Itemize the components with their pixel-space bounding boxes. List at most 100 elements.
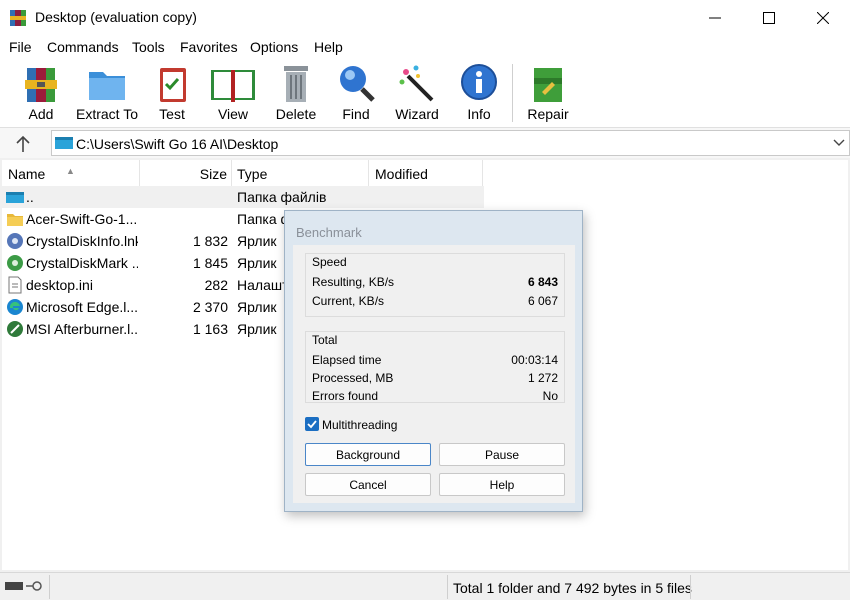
delete-button[interactable]: Delete: [274, 62, 318, 126]
file-name: desktop.ini: [26, 277, 93, 293]
errors-value: No: [542, 389, 558, 403]
table-row[interactable]: .. Папка файлів: [2, 186, 484, 208]
multithreading-label: Multithreading: [322, 418, 398, 432]
status-divider: [690, 575, 691, 599]
file-name: ..: [26, 189, 34, 205]
extract-folder-icon: [89, 72, 125, 100]
repair-button[interactable]: Repair: [526, 62, 570, 126]
toolbar-separator: [512, 64, 513, 122]
file-name: Acer-Swift-Go-1...: [26, 211, 138, 227]
dialog-body: Speed Resulting, KB/s 6 843 Current, KB/…: [293, 245, 575, 503]
menu-options[interactable]: Options: [250, 39, 298, 55]
dialog-title: Benchmark: [296, 225, 362, 240]
ini-file-icon: [8, 276, 22, 294]
menu-commands[interactable]: Commands: [47, 39, 119, 55]
view-label: View: [217, 106, 249, 122]
wizard-button[interactable]: Wizard: [394, 62, 440, 126]
file-name: MSI Afterburner.l...: [26, 321, 138, 337]
column-modified[interactable]: Modified: [369, 160, 483, 186]
crystaldiskmark-icon: [7, 255, 23, 271]
info-button[interactable]: Info: [458, 62, 500, 126]
add-label: Add: [28, 106, 54, 122]
column-type[interactable]: Type: [232, 160, 369, 186]
checkbox-checked[interactable]: [305, 417, 319, 431]
resulting-speed-row: Resulting, KB/s 6 843: [312, 275, 558, 291]
file-name: CrystalDiskMark ...: [26, 255, 138, 271]
key-icon: [26, 581, 42, 591]
close-icon: [817, 12, 829, 24]
resulting-speed-value: 6 843: [527, 275, 558, 289]
total-group-label: Total: [312, 333, 338, 347]
processed-label: Processed, MB: [312, 371, 394, 385]
maximize-button[interactable]: [742, 0, 796, 36]
file-size: 282: [204, 277, 228, 293]
current-speed-value: 6 067: [527, 294, 558, 308]
cancel-button[interactable]: Cancel: [305, 473, 431, 496]
drive-icon: [6, 192, 24, 203]
menu-help[interactable]: Help: [314, 39, 343, 55]
chevron-down-icon[interactable]: [833, 137, 845, 147]
column-size[interactable]: Size: [140, 160, 232, 186]
drive-icon: [55, 137, 73, 149]
file-size: 1 845: [192, 255, 228, 271]
speed-group-label: Speed: [312, 255, 347, 269]
info-label: Info: [467, 106, 491, 122]
minimize-icon: [709, 17, 721, 19]
add-button[interactable]: Add: [18, 62, 64, 126]
up-arrow-icon[interactable]: [12, 133, 34, 155]
errors-label: Errors found: [312, 389, 379, 403]
minimize-button[interactable]: [688, 0, 742, 36]
edge-icon: [7, 299, 23, 315]
status-bar: Total 1 folder and 7 492 bytes in 5 file…: [0, 572, 850, 600]
menu-bar: File Commands Tools Favorites Options He…: [0, 36, 850, 58]
address-path-field[interactable]: C:\Users\Swift Go 16 AI\Desktop: [51, 130, 850, 156]
file-size: 1 832: [192, 233, 228, 249]
find-label: Find: [342, 106, 370, 122]
elapsed-time-label: Elapsed time: [312, 353, 382, 367]
magnifier-icon: [340, 66, 375, 102]
crystaldiskinfo-icon: [7, 233, 23, 249]
window-title: Desktop (evaluation copy): [35, 9, 197, 25]
magic-wand-icon: [399, 65, 434, 102]
speed-group: Speed Resulting, KB/s 6 843 Current, KB/…: [305, 253, 565, 317]
add-archive-icon: [25, 68, 57, 102]
address-path: C:\Users\Swift Go 16 AI\Desktop: [76, 136, 279, 152]
afterburner-icon: [7, 321, 23, 337]
view-book-icon: [211, 70, 255, 102]
status-divider: [447, 575, 448, 599]
column-type-label: Type: [237, 166, 268, 182]
close-button[interactable]: [796, 0, 850, 36]
file-name: CrystalDiskInfo.lnk: [26, 233, 138, 249]
resulting-speed-label: Resulting, KB/s: [312, 275, 395, 289]
test-button[interactable]: Test: [152, 62, 192, 126]
processed-row: Processed, MB 1 272: [312, 371, 558, 387]
processed-value: 1 272: [527, 371, 558, 385]
current-speed-label: Current, KB/s: [312, 294, 385, 308]
pause-button[interactable]: Pause: [439, 443, 565, 466]
file-name: Microsoft Edge.l...: [26, 299, 138, 315]
sort-ascending-icon: ▲: [66, 166, 75, 176]
extract-to-label: Extract To: [76, 106, 138, 122]
menu-tools[interactable]: Tools: [132, 39, 165, 55]
column-size-label: Size: [199, 166, 227, 182]
delete-label: Delete: [275, 106, 317, 122]
status-summary: Total 1 folder and 7 492 bytes in 5 file…: [453, 580, 692, 596]
file-size: 1 163: [192, 321, 228, 337]
background-button[interactable]: Background: [305, 443, 431, 466]
disk-icon: [5, 582, 23, 590]
elapsed-time-row: Elapsed time 00:03:14: [312, 353, 558, 369]
view-button[interactable]: View: [208, 62, 258, 126]
help-button[interactable]: Help: [439, 473, 565, 496]
find-button[interactable]: Find: [334, 62, 378, 126]
column-name[interactable]: Name ▲: [2, 160, 140, 186]
maximize-icon: [763, 12, 775, 24]
column-modified-label: Modified: [375, 166, 428, 182]
current-speed-row: Current, KB/s 6 067: [312, 294, 558, 310]
menu-file[interactable]: File: [9, 39, 32, 55]
test-clipboard-icon: [160, 68, 186, 102]
address-bar: C:\Users\Swift Go 16 AI\Desktop: [0, 128, 850, 158]
column-name-label: Name: [8, 166, 46, 182]
repair-box-icon: [534, 68, 562, 102]
extract-to-button[interactable]: Extract To: [76, 62, 138, 126]
menu-favorites[interactable]: Favorites: [180, 39, 238, 55]
